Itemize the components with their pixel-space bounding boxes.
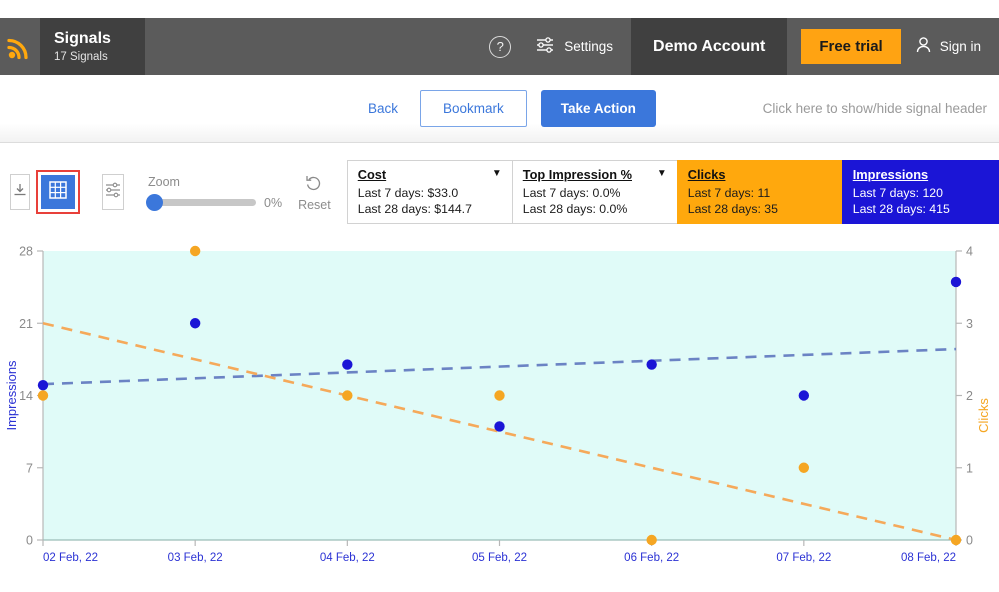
chart-canvas: 0 7 14 21 28 0 1 2 3 4 02 Feb, 22 03 Feb, 22 04 Feb,… (4, 245, 991, 565)
zoom-slider[interactable] (146, 194, 256, 211)
show-hide-header-hint[interactable]: Click here to show/hide signal header (763, 101, 987, 116)
filter-sliders-icon (103, 181, 123, 204)
rss-signal-icon[interactable] (0, 18, 40, 75)
metric-card-title: Impressions (852, 167, 929, 182)
grid-view-selection-highlight (36, 170, 80, 214)
filter-button[interactable] (102, 174, 124, 210)
y-axis-left-tick-label: 0 (26, 534, 33, 548)
header-actions: ? Settings Demo Account Free trial Sign … (473, 18, 999, 75)
signal-chart[interactable]: 0 7 14 21 28 0 1 2 3 4 02 Feb, 22 03 Feb, 22 04 Feb,… (0, 240, 999, 592)
y-axis-right-tick-label: 2 (966, 389, 973, 403)
zoom-control: Zoom 0% (146, 174, 283, 211)
x-axis-tick-label: 04 Feb, 22 (320, 552, 375, 564)
signal-action-row: Back Bookmark Take Action Click here to … (0, 75, 999, 143)
metric-card-line-28d: Last 28 days: $144.7 (357, 202, 472, 216)
help-button[interactable]: ? (473, 18, 527, 75)
y-axis-left-tick-label: 28 (19, 245, 33, 259)
x-axis-tick-label: 06 Feb, 22 (624, 552, 679, 564)
y-axis-right-tick-label: 0 (966, 534, 973, 548)
undo-icon (304, 173, 324, 196)
zoom-label: Zoom (148, 174, 180, 189)
settings-button[interactable]: Settings (527, 18, 631, 75)
y-axis-left-title: Impressions (4, 360, 19, 431)
metric-card-line-7d: Last 7 days: $33.0 (357, 186, 459, 200)
metric-card-title: Cost (357, 167, 387, 182)
metric-card-line-28d: Last 28 days: 0.0% (522, 202, 628, 216)
sliders-icon (535, 36, 555, 57)
metric-card-title: Top Impression % (522, 167, 632, 182)
metric-cards: Cost Last 7 days: $33.0 Last 28 days: $1… (346, 160, 999, 224)
chevron-down-icon[interactable]: ▼ (657, 168, 667, 179)
metric-card-line-7d: Last 7 days: 0.0% (522, 186, 621, 200)
y-axis-left-tick-label: 7 (26, 461, 33, 475)
grid-view-button[interactable] (41, 175, 75, 209)
download-button[interactable] (10, 174, 30, 210)
data-point-clicks[interactable] (798, 462, 810, 473)
sign-in-button[interactable]: Sign in (915, 18, 999, 75)
x-axis-tick-label: 03 Feb, 22 (168, 552, 223, 564)
question-circle-icon: ? (489, 35, 512, 58)
data-point-impressions[interactable] (342, 359, 353, 370)
top-header-bar: Signals 17 Signals ? Settings Demo Accou… (0, 18, 999, 75)
reset-button[interactable]: Reset (298, 173, 331, 212)
metric-card-impressions[interactable]: Impressions Last 7 days: 120 Last 28 day… (841, 160, 999, 224)
account-button[interactable]: Demo Account (631, 18, 788, 75)
x-axis-tick-label: 05 Feb, 22 (472, 552, 527, 564)
y-axis-right-title: Clicks (976, 398, 991, 433)
x-axis-tick-label: 08 Feb, 22 (901, 552, 956, 564)
metric-card-clicks[interactable]: Clicks Last 7 days: 11 Last 28 days: 35 (676, 160, 842, 224)
settings-label: Settings (564, 39, 614, 54)
zoom-value: 0% (264, 195, 283, 210)
sign-in-label: Sign in (939, 39, 981, 54)
chart-toolbar: Zoom 0% Reset Cost Last 7 days: $33.0 La… (0, 144, 999, 240)
back-link[interactable]: Back (368, 101, 398, 116)
metric-card-cost[interactable]: Cost Last 7 days: $33.0 Last 28 days: $1… (346, 160, 512, 224)
user-icon (915, 36, 932, 57)
y-axis-right-tick-label: 3 (966, 317, 973, 331)
zoom-slider-handle[interactable] (146, 194, 163, 211)
metric-card-title: Clicks (687, 167, 726, 182)
download-icon (11, 181, 29, 204)
data-point-impressions[interactable] (189, 318, 201, 329)
reset-label: Reset (298, 197, 331, 212)
y-axis-right-tick-label: 4 (966, 245, 973, 259)
data-point-clicks[interactable] (189, 245, 201, 257)
x-axis-tick-label: 07 Feb, 22 (776, 552, 831, 564)
metric-card-line-28d: Last 28 days: 415 (852, 202, 950, 216)
bookmark-button[interactable]: Bookmark (420, 90, 527, 127)
take-action-button[interactable]: Take Action (540, 90, 656, 127)
free-trial-button[interactable]: Free trial (801, 29, 901, 64)
chevron-down-icon[interactable]: ▼ (492, 168, 502, 179)
y-axis-left-tick-label: 14 (19, 389, 33, 403)
metric-card-line-28d: Last 28 days: 35 (687, 202, 778, 216)
brand-title: Signals (54, 29, 111, 47)
data-point-impressions[interactable] (494, 421, 505, 432)
data-point-clicks[interactable] (342, 390, 353, 401)
data-point-clicks[interactable] (37, 390, 49, 401)
free-trial-wrap: Free trial (787, 18, 914, 75)
y-axis-left-tick-label: 21 (19, 317, 33, 331)
data-point-impressions[interactable] (950, 276, 962, 288)
header-spacer (145, 18, 473, 75)
x-axis-tick-label: 02 Feb, 22 (43, 552, 98, 564)
metric-card-line-7d: Last 7 days: 11 (687, 186, 771, 200)
data-point-impressions[interactable] (798, 390, 810, 401)
data-point-impressions[interactable] (646, 359, 657, 370)
metric-card-top-impression[interactable]: Top Impression % Last 7 days: 0.0% Last … (511, 160, 677, 224)
data-point-clicks[interactable] (494, 390, 505, 401)
brand-block[interactable]: Signals 17 Signals (40, 18, 145, 75)
brand-subtitle: 17 Signals (54, 50, 108, 63)
data-point-clicks[interactable] (646, 534, 657, 546)
data-point-clicks[interactable] (950, 534, 962, 546)
y-axis-right-tick-label: 1 (966, 461, 973, 475)
data-point-impressions[interactable] (37, 379, 49, 391)
table-grid-icon (47, 179, 69, 206)
metric-card-line-7d: Last 7 days: 120 (852, 186, 943, 200)
